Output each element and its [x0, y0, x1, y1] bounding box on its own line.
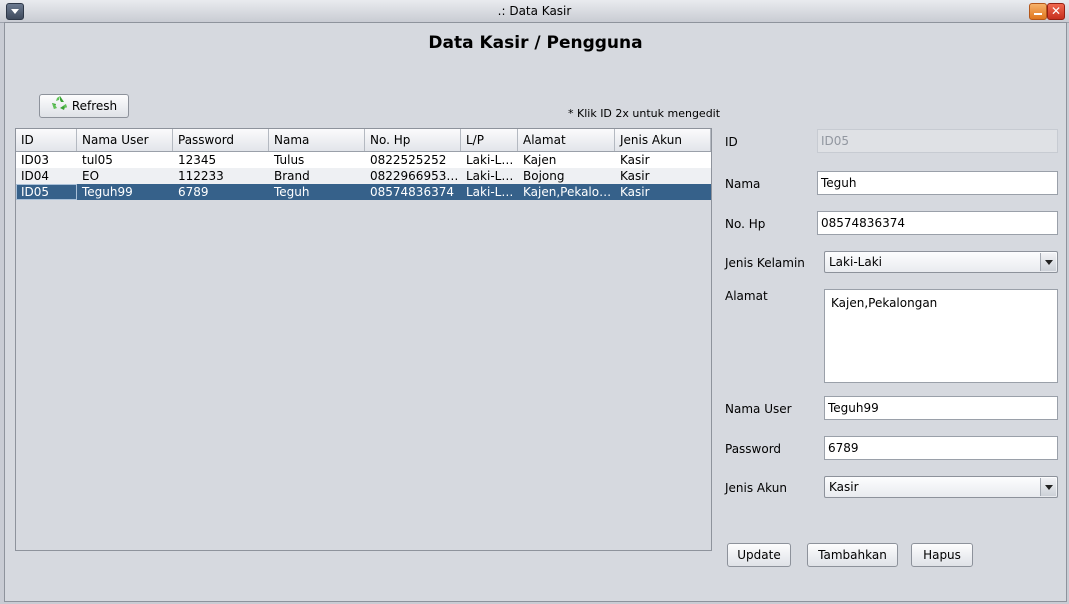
cell-password: 112233: [178, 169, 224, 183]
id-field: ID05: [817, 129, 1058, 153]
cell-lp: Laki-Laki: [466, 185, 518, 199]
cell-id[interactable]: ID05: [16, 184, 77, 200]
cell-nama: Tulus: [274, 153, 305, 167]
no-hp-field[interactable]: 08574836374: [817, 211, 1058, 235]
close-icon[interactable]: ✕: [1047, 3, 1065, 20]
cell-nama: Brand: [274, 169, 310, 183]
cell-nama-user: tul05: [82, 153, 113, 167]
main-panel: Data Kasir / Pengguna Refresh * Klik ID …: [4, 22, 1067, 602]
column-header-no-hp[interactable]: No. Hp: [365, 129, 461, 151]
chevron-down-icon[interactable]: [1040, 478, 1056, 496]
cell-no-hp: 082296695321: [370, 169, 461, 183]
table-row[interactable]: ID03 tul05 12345 Tulus 0822525252 Laki-L…: [16, 152, 711, 168]
cell-nama-user: EO: [82, 169, 100, 183]
chevron-down-icon[interactable]: [1040, 253, 1056, 271]
column-header-jenis-akun[interactable]: Jenis Akun: [615, 129, 711, 151]
nama-label: Nama: [725, 177, 761, 191]
cell-no-hp: 0822525252: [370, 153, 447, 167]
user-table[interactable]: ID Nama User Password Nama No. Hp L/P Al…: [15, 128, 712, 551]
cell-jenis-akun: Kasir: [620, 153, 650, 167]
refresh-button[interactable]: Refresh: [39, 94, 129, 118]
cell-id[interactable]: ID03: [16, 152, 77, 168]
table-row-selected[interactable]: ID05 Teguh99 6789 Teguh 08574836374 Laki…: [16, 184, 711, 200]
column-header-id[interactable]: ID: [16, 129, 77, 151]
cell-jenis-akun: Kasir: [620, 185, 650, 199]
cell-lp: Laki-Laki: [466, 153, 518, 167]
cell-password: 12345: [178, 153, 217, 167]
column-header-lp[interactable]: L/P: [461, 129, 518, 151]
cell-no-hp: 08574836374: [370, 185, 454, 199]
no-hp-label: No. Hp: [725, 217, 766, 231]
recycle-icon: [51, 95, 69, 118]
cell-nama-user: Teguh99: [82, 185, 133, 199]
jenis-kelamin-select[interactable]: Laki-Laki: [824, 251, 1058, 273]
table-header: ID Nama User Password Nama No. Hp L/P Al…: [16, 129, 711, 152]
id-label: ID: [725, 135, 738, 149]
nama-field[interactable]: Teguh: [817, 171, 1058, 195]
cell-alamat: Bojong: [523, 169, 565, 183]
column-header-nama-user[interactable]: Nama User: [77, 129, 173, 151]
page-title: Data Kasir / Pengguna: [428, 33, 643, 53]
minimize-icon[interactable]: [1029, 3, 1047, 20]
refresh-label: Refresh: [71, 99, 118, 113]
cell-alamat: Kajen,Pekalongan: [523, 185, 615, 199]
alamat-label: Alamat: [725, 289, 768, 303]
edit-hint: * Klik ID 2x untuk mengedit: [568, 107, 721, 120]
jenis-kelamin-value: Laki-Laki: [829, 255, 882, 269]
tambahkan-button[interactable]: Tambahkan: [807, 543, 898, 567]
update-button[interactable]: Update: [727, 543, 791, 567]
column-header-nama[interactable]: Nama: [269, 129, 365, 151]
nama-user-label: Nama User: [725, 402, 792, 416]
cell-lp: Laki-Laki: [466, 169, 518, 183]
title-bar: .: Data Kasir ✕: [0, 0, 1069, 23]
alamat-textarea[interactable]: Kajen,Pekalongan: [824, 289, 1058, 383]
jenis-akun-value: Kasir: [829, 480, 859, 494]
nama-user-field[interactable]: Teguh99: [824, 396, 1058, 420]
cell-id[interactable]: ID04: [16, 168, 77, 184]
table-row[interactable]: ID04 EO 112233 Brand 082296695321 Laki-L…: [16, 168, 711, 184]
password-label: Password: [725, 442, 782, 456]
window-title: .: Data Kasir: [497, 4, 572, 18]
column-header-alamat[interactable]: Alamat: [518, 129, 615, 151]
password-field[interactable]: 6789: [824, 436, 1058, 460]
jenis-kelamin-label: Jenis Kelamin: [725, 256, 805, 270]
cell-nama: Teguh: [274, 185, 310, 199]
cell-password: 6789: [178, 185, 209, 199]
cell-alamat: Kajen: [523, 153, 557, 167]
jenis-akun-select[interactable]: Kasir: [824, 476, 1058, 498]
hapus-button[interactable]: Hapus: [911, 543, 973, 567]
cell-jenis-akun: Kasir: [620, 169, 650, 183]
jenis-akun-label: Jenis Akun: [725, 481, 787, 495]
column-header-password[interactable]: Password: [173, 129, 269, 151]
